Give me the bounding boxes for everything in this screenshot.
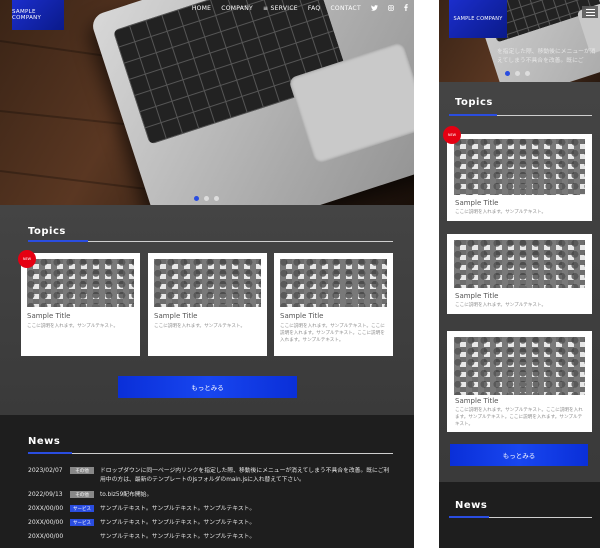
mobile-topics-divider-accent: [449, 114, 497, 116]
nav-home[interactable]: HOME: [192, 5, 211, 12]
news-category-badge: その他: [70, 467, 94, 474]
topic-card-image: [454, 240, 585, 288]
topic-card-text: ここに説明を入れます。サンプルテキスト。: [455, 303, 547, 308]
topic-card-image: [280, 259, 387, 307]
nav-service[interactable]: ≡ SERVICE: [263, 5, 298, 12]
mobile-site-logo[interactable]: SAMPLE COMPANY: [449, 0, 507, 38]
mobile-news-snippet[interactable]: を指定した際、移動後にメニューが消えてしまう不具合を改善。既にご: [497, 48, 597, 67]
news-text[interactable]: ドロップダウンに同一ページ内リンクを指定した際、移動後にメニューが消えてしまう不…: [100, 467, 390, 485]
news-date: 20XX/00/00: [28, 519, 64, 526]
news-item[interactable]: 20XX/00/00 サービス サンプルテキスト。サンプルテキスト。サンプルテキ…: [28, 519, 390, 528]
topic-card-title: Sample Title: [27, 312, 71, 320]
mobile-topics-title: Topics: [455, 97, 493, 108]
news-category-badge: サービス: [70, 519, 94, 526]
topic-card-title: Sample Title: [154, 312, 198, 320]
news-date: 2022/09/13: [28, 491, 63, 498]
news-date: 2023/02/07: [28, 467, 63, 474]
mobile-news-section: News: [439, 482, 600, 548]
nav-faq[interactable]: FAQ: [308, 5, 321, 12]
topic-card-text: ここに説明を入れます。サンプルテキスト。: [455, 210, 547, 215]
twitter-icon[interactable]: [371, 4, 378, 13]
news-divider: [28, 453, 393, 454]
slider-dots: [194, 196, 219, 201]
topic-card-image: [27, 259, 134, 307]
topic-card-text: ここに説明を入れます。サンプルテキスト。ここに説明を入れます。サンプルテキスト。…: [280, 324, 385, 343]
topics-section: Topics Sample Title ここに説明を入れます。サンプルテキスト。…: [0, 205, 414, 415]
topic-card-text: ここに説明を入れます。サンプルテキスト。: [154, 324, 246, 329]
news-item[interactable]: 2023/02/07 その他 ドロップダウンに同一ページ内リンクを指定した際、移…: [28, 467, 390, 485]
mobile-hero-slider: SAMPLE COMPANY: [439, 0, 600, 82]
mobile-topic-card-2[interactable]: Sample Title ここに説明を入れます。サンプルテキスト。: [447, 234, 592, 314]
global-nav: HOME COMPANY ≡ SERVICE FAQ CONTACT: [192, 4, 408, 13]
slider-dot-2[interactable]: [515, 71, 520, 76]
brand-name: SAMPLE COMPANY: [12, 9, 42, 21]
hamburger-menu-icon[interactable]: [582, 6, 598, 18]
topics-divider-accent: [28, 240, 88, 242]
desktop-preview: SAMPLE COMPANY HOME COMPANY ≡ SERVICE FA…: [0, 0, 414, 548]
topic-card-1[interactable]: Sample Title ここに説明を入れます。サンプルテキスト。: [21, 253, 140, 356]
mobile-slider-dots: [505, 71, 530, 76]
news-section: News 2023/02/07 その他 ドロップダウンに同一ページ内リンクを指定…: [0, 415, 414, 548]
instagram-icon[interactable]: [388, 4, 394, 13]
news-divider-accent: [28, 452, 72, 454]
news-title: News: [28, 436, 61, 447]
topic-card-image: [454, 139, 585, 195]
mobile-news-title: News: [455, 500, 488, 511]
news-text[interactable]: to.biz59配布開始。: [100, 491, 390, 500]
topic-card-text: ここに説明を入れます。サンプルテキスト。ここに説明を入れます。サンプルテキスト。…: [455, 408, 583, 427]
nav-company[interactable]: COMPANY: [221, 5, 253, 12]
new-badge: NEW: [443, 126, 461, 144]
mobile-brand-name: SAMPLE COMPANY: [453, 16, 503, 22]
mobile-topic-card-1[interactable]: Sample Title ここに説明を入れます。サンプルテキスト。: [447, 134, 592, 221]
mobile-preview: SAMPLE COMPANY Topics Sample Title ここに説明…: [439, 0, 600, 548]
news-item[interactable]: 20XX/00/00 サービス サンプルテキスト。サンプルテキスト。サンプルテキ…: [28, 505, 390, 514]
mobile-news-divider-accent: [449, 516, 489, 518]
topic-card-title: Sample Title: [455, 397, 499, 405]
topic-card-2[interactable]: Sample Title ここに説明を入れます。サンプルテキスト。: [148, 253, 267, 356]
news-category-badge: その他: [70, 491, 94, 498]
news-text[interactable]: サンプルテキスト。サンプルテキスト。サンプルテキスト。: [100, 533, 390, 542]
slider-dot-3[interactable]: [525, 71, 530, 76]
facebook-icon[interactable]: [404, 4, 408, 13]
topic-card-image: [154, 259, 261, 307]
slider-dot-1[interactable]: [194, 196, 199, 201]
news-category-badge: [70, 533, 94, 540]
topic-card-title: Sample Title: [455, 292, 499, 300]
topics-title: Topics: [28, 226, 66, 237]
topic-card-title: Sample Title: [455, 199, 499, 207]
topic-card-text: ここに説明を入れます。サンプルテキスト。: [27, 324, 119, 329]
topic-card-3[interactable]: Sample Title ここに説明を入れます。サンプルテキスト。ここに説明を入…: [274, 253, 393, 356]
hero-slider: SAMPLE COMPANY HOME COMPANY ≡ SERVICE FA…: [0, 0, 414, 205]
news-date: 20XX/00/00: [28, 505, 64, 512]
topic-card-image: [454, 337, 585, 395]
new-badge: NEW: [18, 250, 36, 268]
news-date: 20XX/00/00: [28, 533, 64, 540]
slider-dot-3[interactable]: [214, 196, 219, 201]
slider-dot-1[interactable]: [505, 71, 510, 76]
nav-contact[interactable]: CONTACT: [330, 5, 361, 12]
hero-laptop-image: [89, 0, 414, 205]
mobile-topic-card-3[interactable]: Sample Title ここに説明を入れます。サンプルテキスト。ここに説明を入…: [447, 331, 592, 432]
slider-dot-2[interactable]: [204, 196, 209, 201]
news-item[interactable]: 20XX/00/00 サンプルテキスト。サンプルテキスト。サンプルテキスト。: [28, 533, 390, 542]
topic-card-title: Sample Title: [280, 312, 324, 320]
news-item[interactable]: 2022/09/13 その他 to.biz59配布開始。: [28, 491, 390, 500]
news-category-badge: サービス: [70, 505, 94, 512]
mobile-topics-section: Topics Sample Title ここに説明を入れます。サンプルテキスト。…: [439, 82, 600, 482]
news-text[interactable]: サンプルテキスト。サンプルテキスト。サンプルテキスト。: [100, 505, 390, 514]
site-logo[interactable]: SAMPLE COMPANY: [12, 0, 64, 30]
news-text[interactable]: サンプルテキスト。サンプルテキスト。サンプルテキスト。: [100, 519, 390, 528]
mobile-more-button[interactable]: もっとみる: [450, 444, 588, 466]
more-button[interactable]: もっとみる: [118, 376, 297, 398]
